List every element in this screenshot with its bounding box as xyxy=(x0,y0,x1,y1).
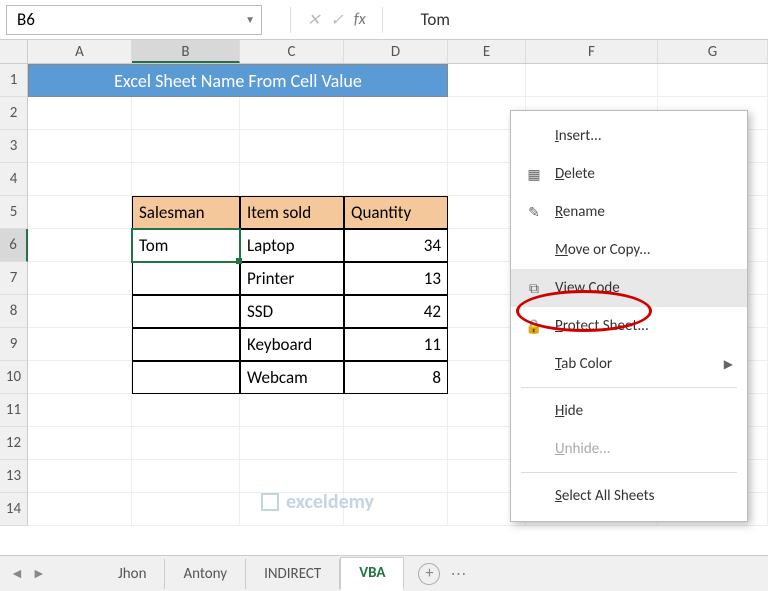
title-cell[interactable]: Excel Sheet Name From Cell Value xyxy=(28,64,448,97)
row-header[interactable]: 2 xyxy=(0,97,28,130)
table-cell[interactable]: 34 xyxy=(344,229,448,262)
sheet-tab[interactable]: Jhon xyxy=(100,559,165,589)
col-header-C[interactable]: C xyxy=(240,40,344,63)
selected-cell[interactable]: Tom xyxy=(132,229,240,262)
menu-hide[interactable]: Hide xyxy=(511,392,747,430)
enter-icon[interactable]: ✓ xyxy=(330,10,343,30)
menu-protect-sheet[interactable]: 🔒Protect Sheet... xyxy=(511,307,747,345)
name-box[interactable]: B6 ▼ xyxy=(6,5,262,35)
row-header[interactable]: 3 xyxy=(0,130,28,163)
menu-move-copy[interactable]: Move or Copy... xyxy=(511,231,747,269)
delete-icon: ▦ xyxy=(525,165,543,183)
menu-rename[interactable]: ✎Rename xyxy=(511,193,747,231)
row-header[interactable]: 11 xyxy=(0,394,28,427)
row-header[interactable]: 4 xyxy=(0,163,28,196)
row-header[interactable]: 14 xyxy=(0,493,28,526)
sheet-tab[interactable]: INDIRECT xyxy=(246,559,340,589)
rename-icon: ✎ xyxy=(525,203,543,221)
row-header[interactable]: 12 xyxy=(0,427,28,460)
sheet-tab[interactable]: Antony xyxy=(165,559,246,589)
row-header[interactable]: 1 xyxy=(0,64,28,97)
col-header-D[interactable]: D xyxy=(344,40,448,63)
col-header-A[interactable]: A xyxy=(28,40,132,63)
select-all-corner[interactable] xyxy=(0,40,28,63)
tab-nav-prev-icon[interactable]: ◄ xyxy=(10,565,24,582)
name-box-value: B6 xyxy=(17,9,35,30)
chevron-down-icon[interactable]: ▼ xyxy=(245,13,255,26)
column-headers: A B C D E F G xyxy=(0,40,768,64)
menu-separator xyxy=(521,472,737,473)
table-header[interactable]: Item sold xyxy=(240,196,344,229)
watermark: exceldemy xyxy=(260,490,374,514)
row-header[interactable]: 5 xyxy=(0,196,28,229)
col-header-G[interactable]: G xyxy=(658,40,768,63)
cancel-icon[interactable]: ✕ xyxy=(307,10,320,30)
sheet-tab-context-menu: Insert... ▦Delete ✎Rename Move or Copy..… xyxy=(510,110,748,522)
row-header[interactable]: 6 xyxy=(0,229,28,262)
sheet-tab-bar: ◄ ► Jhon Antony INDIRECT VBA + ⋯ xyxy=(0,555,768,591)
formula-bar-controls: ✕ ✓ fx xyxy=(284,7,389,33)
menu-tab-color[interactable]: Tab Color▶ xyxy=(511,345,747,383)
row-header[interactable]: 10 xyxy=(0,361,28,394)
menu-delete[interactable]: ▦Delete xyxy=(511,155,747,193)
formula-bar-row: B6 ▼ ✕ ✓ fx Tom xyxy=(0,0,768,40)
formula-bar-input[interactable]: Tom xyxy=(421,9,450,30)
new-sheet-button[interactable]: + xyxy=(418,563,440,585)
tab-nav-next-icon[interactable]: ► xyxy=(32,565,46,582)
tab-overflow-icon[interactable]: ⋯ xyxy=(450,564,466,584)
menu-unhide: Unhide... xyxy=(511,430,747,468)
row-header[interactable]: 7 xyxy=(0,262,28,295)
col-header-E[interactable]: E xyxy=(448,40,526,63)
lock-icon: 🔒 xyxy=(525,317,543,335)
fx-icon[interactable]: fx xyxy=(354,10,366,29)
row-header[interactable]: 13 xyxy=(0,460,28,493)
menu-insert[interactable]: Insert... xyxy=(511,117,747,155)
table-header[interactable]: Salesman xyxy=(132,196,240,229)
col-header-F[interactable]: F xyxy=(526,40,658,63)
menu-select-all-sheets[interactable]: Select All Sheets xyxy=(511,477,747,515)
menu-view-code[interactable]: ⧉View Code xyxy=(511,269,747,307)
row-header[interactable]: 8 xyxy=(0,295,28,328)
sheet-tab-active[interactable]: VBA xyxy=(340,557,404,591)
table-cell[interactable]: Laptop xyxy=(240,229,344,262)
row-header[interactable]: 9 xyxy=(0,328,28,361)
table-header[interactable]: Quantity xyxy=(344,196,448,229)
col-header-B[interactable]: B xyxy=(132,40,240,63)
chevron-right-icon: ▶ xyxy=(724,357,733,372)
code-icon: ⧉ xyxy=(525,279,543,297)
menu-separator xyxy=(521,387,737,388)
